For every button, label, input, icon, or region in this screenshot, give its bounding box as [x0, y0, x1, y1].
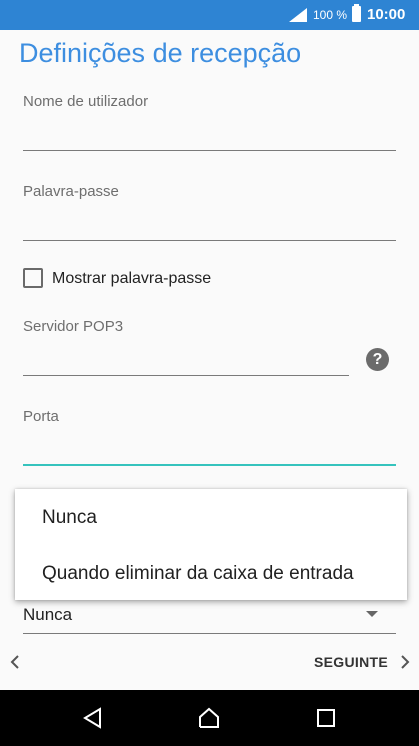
system-nav-bar: [0, 690, 419, 746]
home-icon[interactable]: [198, 707, 220, 729]
chevron-right-icon[interactable]: [398, 652, 412, 672]
delete-policy-spinner-value[interactable]: Nunca: [23, 605, 72, 625]
page-title: Definições de recepção: [19, 38, 302, 68]
battery-icon: [352, 4, 361, 22]
port-input[interactable]: [23, 464, 396, 466]
signal-icon: [289, 8, 307, 22]
server-label: Servidor POP3: [23, 318, 124, 335]
recents-icon[interactable]: [315, 707, 337, 729]
show-password-label[interactable]: Mostrar palavra-passe: [52, 270, 211, 288]
dropdown-option-on-delete[interactable]: Quando eliminar da caixa de entrada: [42, 563, 354, 585]
back-icon[interactable]: [82, 707, 104, 729]
username-input[interactable]: [23, 150, 396, 151]
dropdown-menu: Nunca Quando eliminar da caixa de entrad…: [15, 489, 407, 600]
next-button[interactable]: SEGUINTE: [314, 654, 388, 670]
chevron-left-icon[interactable]: [8, 652, 22, 672]
battery-percentage: 100 %: [313, 8, 348, 22]
clock: 10:00: [367, 6, 406, 23]
show-password-checkbox[interactable]: [23, 268, 43, 288]
help-icon[interactable]: ?: [366, 348, 389, 371]
spinner-underline: [23, 633, 396, 634]
username-label: Nome de utilizador: [23, 93, 149, 110]
password-input[interactable]: [23, 240, 396, 241]
port-label: Porta: [23, 408, 59, 425]
password-label: Palavra-passe: [23, 183, 119, 200]
server-input[interactable]: [23, 375, 349, 376]
chevron-down-icon[interactable]: [366, 611, 378, 617]
dropdown-option-never[interactable]: Nunca: [42, 507, 97, 529]
status-bar: 100 % 10:00: [0, 0, 419, 30]
